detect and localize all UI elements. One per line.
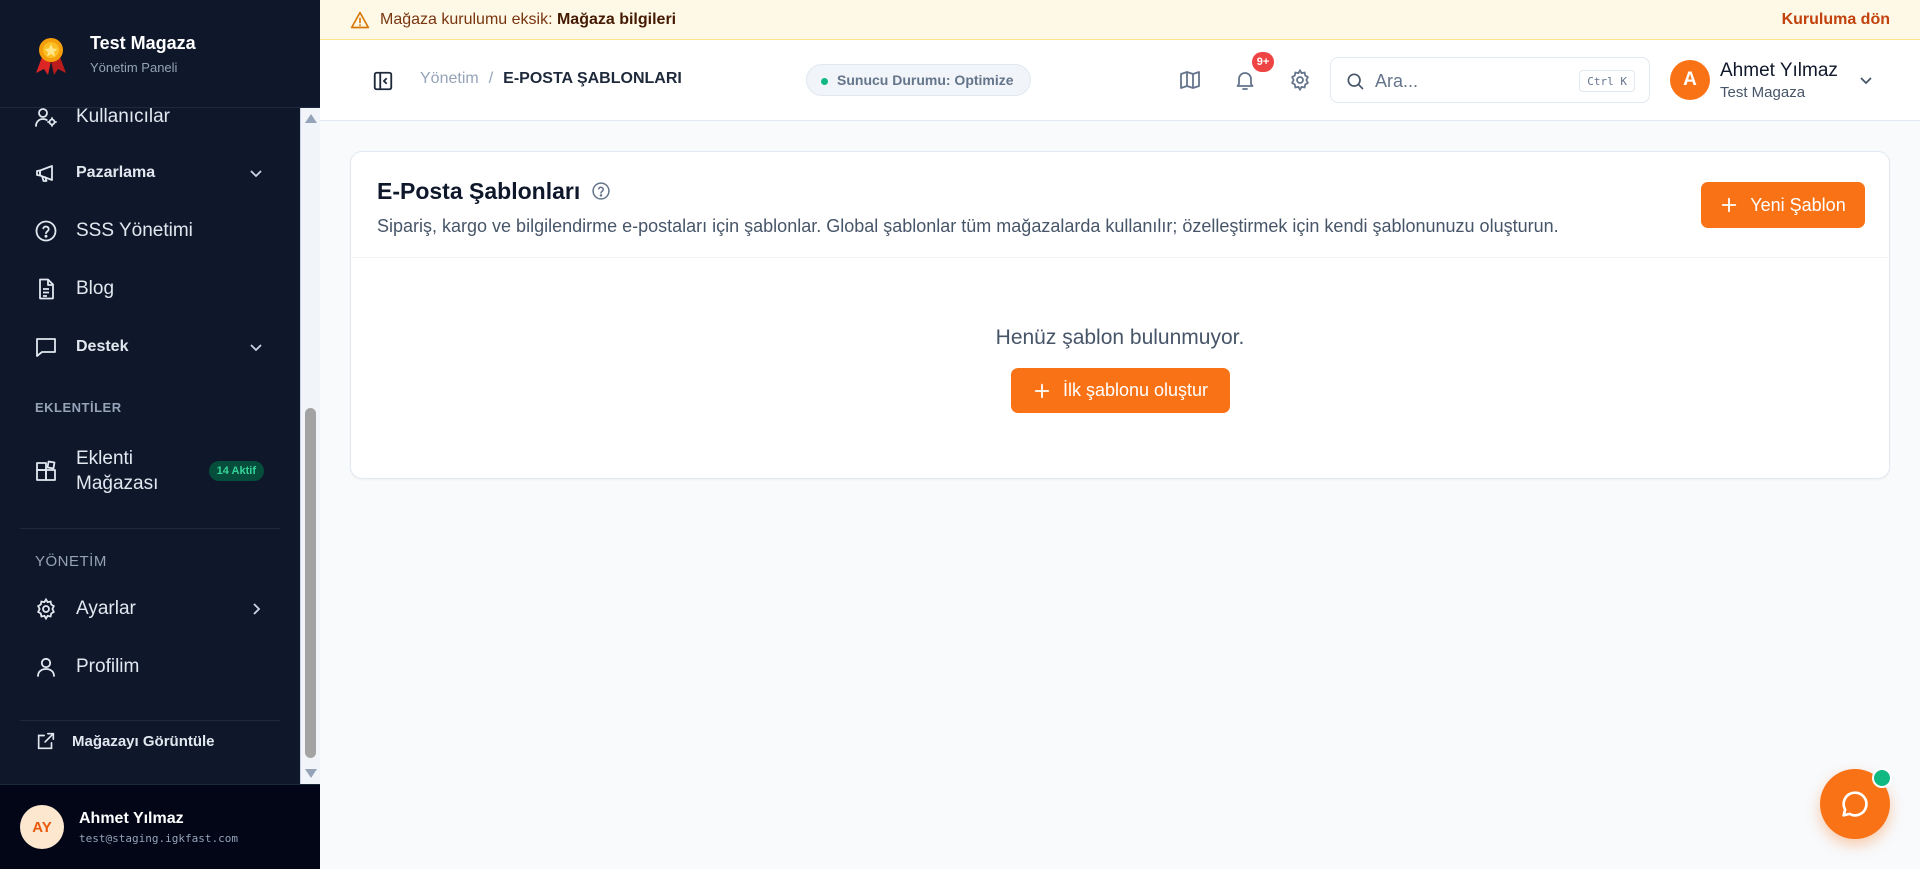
- breadcrumb: Yönetim / E-POSTA ŞABLONLARI: [420, 70, 682, 88]
- setup-warning-banner: Mağaza kurulumu eksik: Mağaza bilgileri …: [320, 0, 1920, 40]
- external-link-icon: [34, 729, 58, 753]
- email-templates-card: E-Posta Şablonları Sipariş, kargo ve bil…: [350, 151, 1890, 479]
- users-gear-icon: [34, 108, 58, 129]
- file-text-icon: [34, 277, 58, 301]
- create-first-template-label: İlk şablonu oluştur: [1062, 380, 1209, 400]
- chevron-down-icon[interactable]: [1856, 70, 1876, 90]
- sidebar-item-settings[interactable]: Ayarlar: [20, 584, 280, 634]
- new-template-button[interactable]: Yeni Şablon: [1701, 182, 1865, 228]
- warning-icon: [350, 11, 370, 28]
- card-header: E-Posta Şablonları Sipariş, kargo ve bil…: [351, 152, 1889, 258]
- user-name[interactable]: Ahmet Yılmaz: [1720, 60, 1838, 82]
- new-template-label: Yeni Şablon: [1750, 194, 1846, 215]
- section-label-plugins: EKLENTİLER: [35, 400, 122, 415]
- gear-icon[interactable]: [1288, 68, 1312, 92]
- sidebar-item-plugin-store[interactable]: Eklenti Mağazası 14 Aktif: [20, 440, 280, 502]
- sidebar-item-label: Kullanıcılar: [76, 108, 170, 127]
- sidebar-item-users[interactable]: Kullanıcılar: [20, 108, 280, 142]
- section-label-admin: YÖNETİM: [35, 553, 107, 570]
- return-to-setup-link[interactable]: Kuruluma dön: [1782, 11, 1890, 29]
- user-store: Test Magaza: [1720, 84, 1806, 101]
- breadcrumb-separator: /: [488, 70, 494, 87]
- view-store-label: Mağazayı Görüntüle: [72, 732, 215, 750]
- empty-state-text: Henüz şablon bulunmuyor.: [995, 326, 1245, 349]
- sidebar-item-faq[interactable]: SSS Yönetimi: [20, 206, 280, 256]
- plus-icon: [1034, 383, 1050, 398]
- banner-strong: Mağaza bilgileri: [556, 10, 677, 28]
- avatar[interactable]: A: [1670, 60, 1710, 100]
- breadcrumb-root[interactable]: Yönetim: [420, 70, 479, 88]
- brand[interactable]: Test Magaza Yönetim Paneli: [0, 0, 320, 108]
- sidebar-divider: [20, 528, 280, 529]
- sidebar-scrollbar[interactable]: [300, 108, 320, 784]
- sidebar-nav: Kullanıcılar Pazarlama SSS Yönetimi Blog: [0, 108, 300, 784]
- search-shortcut: Ctrl K: [1579, 70, 1635, 92]
- map-icon[interactable]: [1178, 68, 1202, 92]
- sidebar-item-label: Destek: [76, 338, 129, 355]
- brand-subtitle: Yönetim Paneli: [90, 59, 178, 75]
- status-dot-icon: [821, 78, 828, 85]
- sidebar-item-label: SSS Yönetimi: [76, 220, 193, 241]
- search-box[interactable]: Ctrl K: [1330, 57, 1650, 103]
- scroll-thumb[interactable]: [305, 408, 316, 758]
- chevron-down-icon: [250, 170, 262, 178]
- search-icon: [1347, 73, 1364, 90]
- user-icon: [34, 655, 58, 679]
- sidebar-item-profile[interactable]: Profilim: [20, 642, 280, 692]
- plus-icon: [1722, 197, 1737, 213]
- blocks-icon: [34, 459, 58, 483]
- sidebar-item-label: Eklenti Mağazası: [76, 448, 159, 494]
- page-title: E-Posta Şablonları: [377, 178, 581, 204]
- create-first-template-button[interactable]: İlk şablonu oluştur: [1011, 368, 1230, 413]
- page-description: Sipariş, kargo ve bilgilendirme e-postal…: [377, 216, 1559, 236]
- sidebar-user-name: Ahmet Yılmaz: [79, 809, 184, 827]
- plugin-count-badge: 14 Aktif: [208, 461, 264, 481]
- bell-icon[interactable]: [1233, 68, 1257, 92]
- help-circle-icon: [34, 219, 58, 243]
- chevron-down-icon: [250, 344, 262, 352]
- sidebar-user-email: test@staging.igkfast.com: [79, 831, 238, 845]
- brand-title: Test Magaza: [90, 32, 196, 53]
- chevron-right-icon: [253, 603, 261, 615]
- search-input[interactable]: [1375, 68, 1575, 94]
- sidebar-item-blog[interactable]: Blog: [20, 264, 280, 314]
- message-square-icon: [34, 335, 58, 359]
- medal-icon: [36, 37, 66, 75]
- sidebar-item-label: Profilim: [76, 656, 140, 677]
- help-circle-icon[interactable]: [591, 181, 611, 201]
- banner-text: Mağaza kurulumu eksik:: [380, 10, 553, 28]
- view-store-link[interactable]: Mağazayı Görüntüle: [20, 716, 280, 766]
- avatar: AY: [20, 805, 64, 849]
- sidebar-item-marketing[interactable]: Pazarlama: [20, 148, 280, 198]
- topbar: Yönetim / E-POSTA ŞABLONLARI Sunucu Duru…: [320, 40, 1920, 121]
- sidebar-item-label: Ayarlar: [76, 598, 136, 619]
- scroll-up-arrow-icon[interactable]: [305, 114, 317, 123]
- server-status-badge: Sunucu Durumu: Optimize: [806, 64, 1031, 96]
- sparkle-badge-icon: [1872, 768, 1892, 788]
- sidebar-item-support[interactable]: Destek: [20, 322, 280, 372]
- sidebar: Test Magaza Yönetim Paneli Kullanıcılar …: [0, 0, 320, 869]
- scroll-down-arrow-icon[interactable]: [305, 769, 317, 778]
- sidebar-toggle-icon[interactable]: [372, 70, 394, 92]
- sidebar-user[interactable]: AY Ahmet Yılmaz test@staging.igkfast.com: [0, 784, 320, 869]
- breadcrumb-current: E-POSTA ŞABLONLARI: [503, 70, 682, 87]
- gear-icon: [34, 597, 58, 621]
- notification-count-badge: 9+: [1252, 52, 1274, 72]
- chat-bubble-icon: [1842, 791, 1868, 817]
- megaphone-icon: [34, 161, 58, 185]
- server-status-text: Sunucu Durumu: Optimize: [837, 72, 1014, 88]
- sidebar-item-label: Blog: [76, 278, 115, 299]
- sidebar-item-label: Pazarlama: [76, 164, 156, 181]
